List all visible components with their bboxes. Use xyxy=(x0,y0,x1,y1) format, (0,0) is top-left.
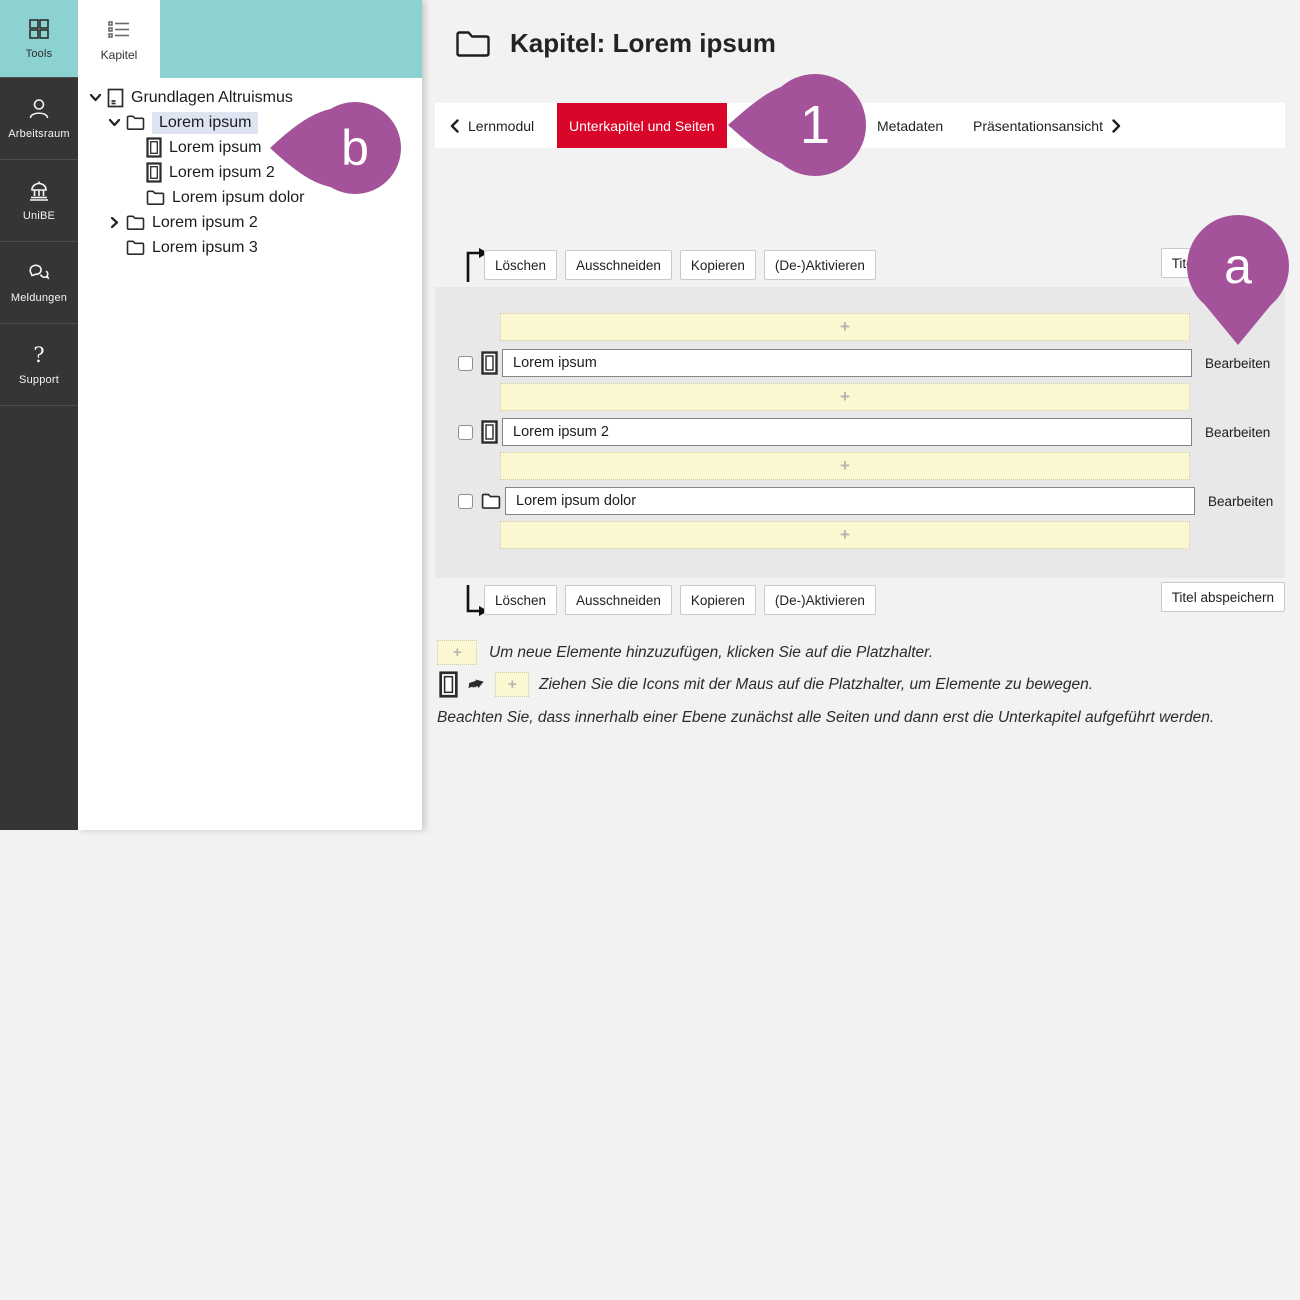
copy-button[interactable]: Kopieren xyxy=(680,250,756,280)
learnmodule-icon xyxy=(107,88,124,108)
question-icon: ? xyxy=(33,343,44,367)
tab-active-label: Unterkapitel und Seiten xyxy=(569,118,715,134)
university-icon xyxy=(27,179,51,203)
delete-button[interactable]: Löschen xyxy=(484,585,557,615)
chevron-left-icon xyxy=(450,119,459,133)
sidebar-item-unibe[interactable]: UniBE xyxy=(0,160,78,242)
marker-1-label: 1 xyxy=(800,95,830,155)
sidebar-item-arbeitsraum[interactable]: Arbeitsraum xyxy=(0,78,78,160)
page-icon xyxy=(439,671,458,698)
toolbar-bottom: Löschen Ausschneiden Kopieren (De-)Aktiv… xyxy=(484,585,876,615)
toggle-activate-button[interactable]: (De-)Aktivieren xyxy=(764,250,876,280)
tab-back-lernmodul[interactable]: Lernmodul xyxy=(450,103,534,148)
tab-metadaten-label: Metadaten xyxy=(877,118,943,134)
tree-item-lorem-ipsum-3-chapter[interactable]: Lorem ipsum 3 xyxy=(78,235,422,260)
tab-kapitel[interactable]: Kapitel xyxy=(78,0,160,80)
tree-item-lorem-ipsum-2-chapter[interactable]: Lorem ipsum 2 xyxy=(78,210,422,235)
edit-link[interactable]: Bearbeiten xyxy=(1205,425,1270,440)
marker-b-label: b xyxy=(341,120,369,176)
page-icon xyxy=(146,137,162,158)
sidebar-item-meldungen[interactable]: Meldungen xyxy=(0,242,78,324)
folder-icon[interactable] xyxy=(481,492,501,510)
help-line-placeholders: + Um neue Elemente hinzuzufügen, klicken… xyxy=(437,640,933,665)
placeholder-chip: + xyxy=(437,640,477,665)
person-icon xyxy=(27,97,51,121)
row-title-input[interactable] xyxy=(502,349,1192,377)
chevron-down-icon[interactable] xyxy=(106,115,122,131)
tab-unterkapitel-und-seiten[interactable]: Unterkapitel und Seiten xyxy=(557,103,727,148)
list-row-lorem-ipsum-2: Bearbeiten xyxy=(435,418,1285,446)
folder-icon xyxy=(126,239,145,256)
sidebar-item-label: UniBE xyxy=(23,210,55,222)
chevron-right-icon xyxy=(1112,119,1121,133)
list-row-lorem-ipsum: Bearbeiten xyxy=(435,349,1285,377)
row-checkbox[interactable] xyxy=(458,425,473,440)
page-header: Kapitel: Lorem ipsum xyxy=(455,28,776,59)
copy-button[interactable]: Kopieren xyxy=(680,585,756,615)
explorer-header: Kapitel xyxy=(78,0,422,80)
tab-back-label: Lernmodul xyxy=(468,118,534,134)
insert-placeholder[interactable]: + xyxy=(500,383,1190,411)
delete-button[interactable]: Löschen xyxy=(484,250,557,280)
sidebar-item-label: Arbeitsraum xyxy=(8,128,70,140)
tree-item-label: Lorem ipsum 3 xyxy=(152,239,258,257)
page-icon[interactable] xyxy=(481,351,498,375)
chevron-right-icon[interactable] xyxy=(106,215,122,231)
explorer-header-strip xyxy=(160,0,422,78)
annotation-marker-a: a xyxy=(1182,214,1294,348)
drag-arrow-icon xyxy=(468,677,485,693)
sidebar-item-label: Support xyxy=(19,374,59,386)
row-title-input[interactable] xyxy=(502,418,1192,446)
toolbar-top: Löschen Ausschneiden Kopieren (De-)Aktiv… xyxy=(484,250,876,280)
annotation-marker-1: 1 xyxy=(726,73,868,177)
folder-icon xyxy=(126,114,145,131)
help-line-drag-icons: + Ziehen Sie die Icons mit der Maus auf … xyxy=(439,671,1093,698)
tree-item-label: Lorem ipsum 2 xyxy=(169,164,275,182)
marker-a-label: a xyxy=(1224,238,1252,294)
page-icon xyxy=(146,162,162,183)
tab-kapitel-label: Kapitel xyxy=(101,48,138,62)
tab-praesentation-label: Präsentationsansicht xyxy=(973,118,1103,134)
page-title: Kapitel: Lorem ipsum xyxy=(510,28,776,59)
save-title-button[interactable]: Titel abspeichern xyxy=(1161,582,1285,612)
structure-list-panel: + Bearbeiten + Bearbeiten + xyxy=(435,287,1285,578)
help-text: Um neue Elemente hinzuzufügen, klicken S… xyxy=(489,644,933,662)
edit-link[interactable]: Bearbeiten xyxy=(1208,494,1273,509)
tree-item-label: Lorem ipsum xyxy=(169,139,261,157)
insert-placeholder[interactable]: + xyxy=(500,521,1190,549)
sidebar-item-label: Tools xyxy=(26,48,53,60)
cut-button[interactable]: Ausschneiden xyxy=(565,250,672,280)
edit-link[interactable]: Bearbeiten xyxy=(1205,356,1270,371)
placeholder-chip: + xyxy=(495,672,529,697)
grid-icon xyxy=(27,17,51,41)
toggle-activate-button[interactable]: (De-)Aktivieren xyxy=(764,585,876,615)
row-checkbox[interactable] xyxy=(458,356,473,371)
list-row-lorem-ipsum-dolor: Bearbeiten xyxy=(435,487,1285,515)
cut-button[interactable]: Ausschneiden xyxy=(565,585,672,615)
chat-icon xyxy=(27,261,51,285)
list-icon xyxy=(106,19,132,41)
chapter-folder-icon xyxy=(455,29,491,58)
page-icon[interactable] xyxy=(481,420,498,444)
help-line-order-note: Beachten Sie, dass innerhalb einer Ebene… xyxy=(437,709,1214,727)
folder-icon xyxy=(126,214,145,231)
tree-item-label: Lorem ipsum 2 xyxy=(152,214,258,232)
sidebar-item-tools[interactable]: Tools xyxy=(0,0,78,78)
tab-praesentationsansicht[interactable]: Präsentationsansicht xyxy=(973,103,1121,148)
row-title-input[interactable] xyxy=(505,487,1195,515)
sidebar-item-label: Meldungen xyxy=(11,292,67,304)
app-sidebar: Tools Arbeitsraum UniBE Meldungen ? Supp… xyxy=(0,0,78,830)
folder-icon xyxy=(146,189,165,206)
tree-item-label: Lorem ipsum xyxy=(152,112,258,134)
help-text: Ziehen Sie die Icons mit der Maus auf di… xyxy=(539,676,1093,694)
sidebar-item-support[interactable]: ? Support xyxy=(0,324,78,406)
row-checkbox[interactable] xyxy=(458,494,473,509)
insert-placeholder[interactable]: + xyxy=(500,452,1190,480)
insert-placeholder[interactable]: + xyxy=(500,313,1190,341)
annotation-marker-b: b xyxy=(268,100,402,196)
help-text: Beachten Sie, dass innerhalb einer Ebene… xyxy=(437,709,1214,727)
chevron-down-icon[interactable] xyxy=(87,90,103,106)
tab-metadaten[interactable]: Metadaten xyxy=(877,103,943,148)
